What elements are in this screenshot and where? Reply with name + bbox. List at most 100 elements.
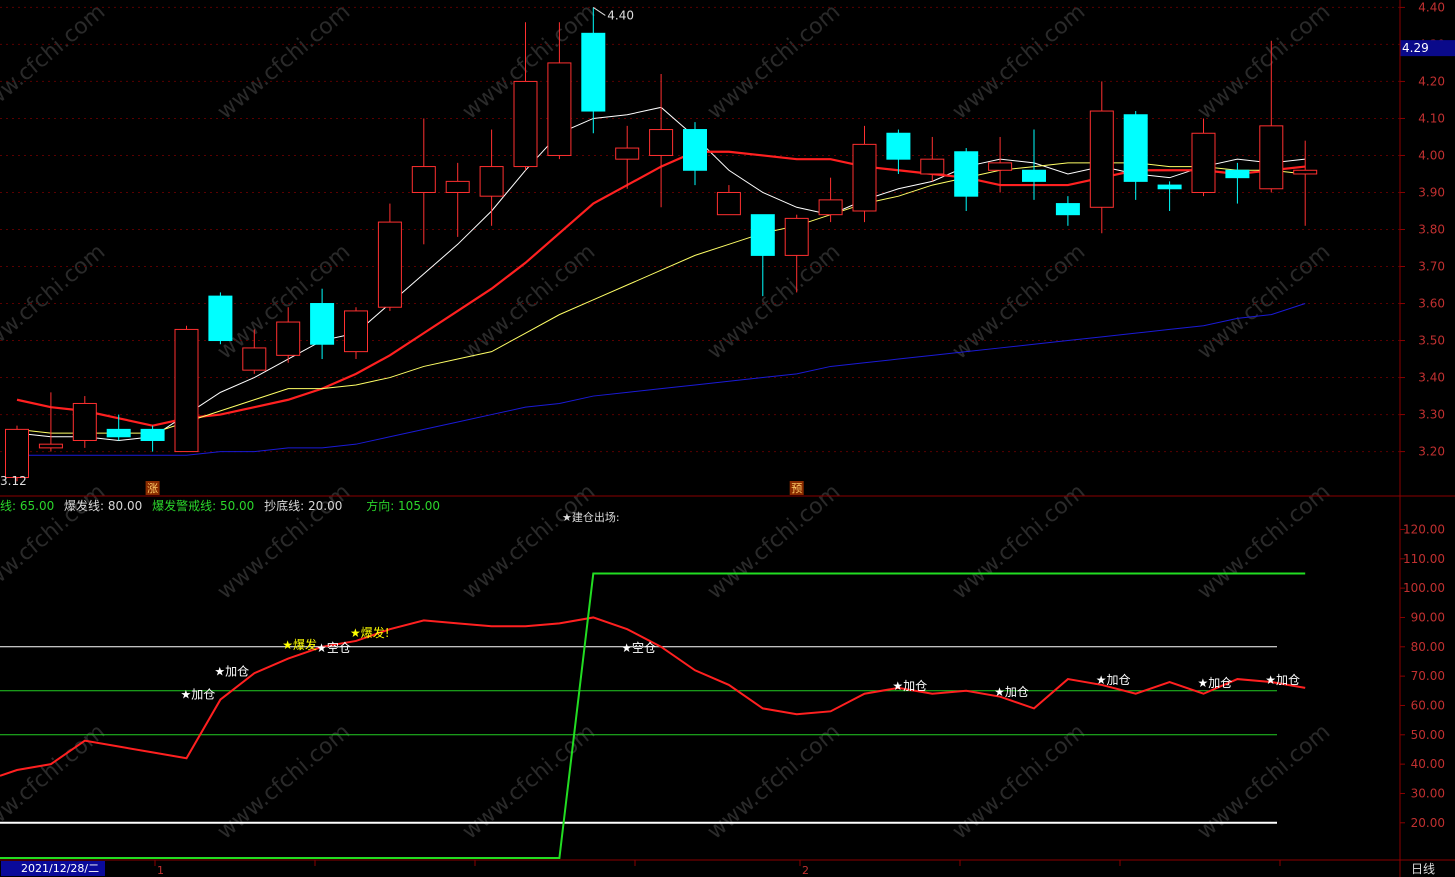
indicator-legend: 线: 65.00 爆发线: 80.00 爆发警戒线: 50.00 抄底线: 20… bbox=[0, 497, 446, 514]
indicator-tick-label: 70.00 bbox=[1411, 669, 1445, 683]
signal-annotation: ★加仓 bbox=[892, 679, 927, 693]
watermark-text: www.cfchi.com bbox=[0, 719, 110, 844]
watermark-text: www.cfchi.com bbox=[703, 479, 845, 604]
watermark-text: www.cfchi.com bbox=[948, 0, 1090, 125]
indicator-tick-label: 90.00 bbox=[1411, 610, 1445, 624]
indicator-line bbox=[0, 572, 1306, 859]
candle-body-down bbox=[1055, 203, 1080, 216]
candle-body-up bbox=[377, 221, 402, 308]
chart-canvas: www.cfchi.com www.cfchi.com www.cfchi.com w… bbox=[0, 0, 1455, 877]
watermark-text: www.cfchi.com bbox=[458, 479, 600, 604]
candle-body-up bbox=[411, 166, 436, 193]
watermark-text: www.cfchi.com bbox=[0, 239, 110, 364]
candle-body-down bbox=[581, 32, 606, 112]
watermark-text: www.cfchi.com bbox=[1193, 239, 1335, 364]
signal-annotation: ★加仓 bbox=[214, 664, 249, 678]
price-tick-label: 3.30 bbox=[1418, 408, 1445, 422]
price-axis: 3.20 3.30 3.40 3.50 3.60 3.70 3.80 3.90 4.00 4.10… bbox=[1400, 0, 1455, 459]
price-tick-label: 3.40 bbox=[1418, 371, 1445, 385]
price-tick-label: 4.20 bbox=[1418, 74, 1445, 88]
indicator-tick-label: 40.00 bbox=[1411, 757, 1445, 771]
candle-body-up bbox=[72, 402, 97, 441]
indicator-tick-label: 30.00 bbox=[1411, 786, 1445, 800]
price-tick-label: 3.20 bbox=[1418, 445, 1445, 459]
candle-body-up bbox=[615, 147, 640, 160]
candle-body-up bbox=[445, 180, 470, 193]
current-price-label: 4.29 bbox=[1402, 41, 1429, 55]
candle-body-down bbox=[310, 303, 335, 345]
signal-annotation: ★加仓 bbox=[1198, 676, 1233, 690]
indicator-tick-label: 80.00 bbox=[1411, 640, 1445, 654]
candle-body-down bbox=[954, 151, 979, 197]
signal-annotation: ★空仓 bbox=[621, 641, 656, 655]
candle-body-up bbox=[852, 143, 877, 212]
period-selector[interactable]: 日线 bbox=[1403, 861, 1455, 877]
candle-body-down bbox=[683, 129, 707, 171]
indicator-top-note: ★建仓出场: bbox=[562, 510, 620, 524]
price-tick-label: 3.50 bbox=[1418, 334, 1445, 348]
candle-body-up bbox=[38, 443, 63, 449]
watermark-text: www.cfchi.com bbox=[948, 719, 1090, 844]
candle-body-up bbox=[344, 310, 368, 353]
signal-annotation: ★加仓 bbox=[181, 688, 216, 702]
watermark-text: www.cfchi.com bbox=[703, 719, 845, 844]
legend-item-direction: 方向: 105.00 bbox=[366, 499, 441, 513]
signal-annotation: ★加仓 bbox=[994, 685, 1029, 699]
candle-body-up bbox=[818, 199, 843, 216]
indicator-lines bbox=[0, 572, 1306, 859]
candle-body-up bbox=[1293, 169, 1318, 175]
watermark-text: www.cfchi.com bbox=[1193, 719, 1335, 844]
candle-body-up bbox=[5, 428, 29, 478]
price-tick-label: 3.60 bbox=[1418, 297, 1445, 311]
signal-annotation: ★爆发! bbox=[350, 625, 390, 640]
candlesticks: 4.40 3.12 涨 预 bbox=[0, 6, 1318, 495]
signal-marker-label: 涨 bbox=[147, 482, 158, 495]
watermark-text: www.cfchi.com bbox=[948, 479, 1090, 604]
legend-item-warning: 爆发警戒线: 50.00 bbox=[152, 499, 255, 513]
candle-body-up bbox=[479, 166, 504, 197]
candle-body-down bbox=[1123, 114, 1148, 182]
watermark-text: www.cfchi.com bbox=[1193, 479, 1335, 604]
candle-body-down bbox=[750, 214, 775, 256]
watermark-text: www.cfchi.com bbox=[458, 719, 600, 844]
candle-body-up bbox=[174, 328, 199, 453]
legend-item-burst: 爆发线: 80.00 bbox=[64, 499, 143, 513]
candle-body-up bbox=[547, 62, 572, 156]
candle-body-up bbox=[1191, 132, 1216, 193]
indicator-tick-label: 50.00 bbox=[1411, 728, 1445, 742]
indicator-tick-label: 60.00 bbox=[1411, 698, 1445, 712]
watermark-text: www.cfchi.com bbox=[703, 0, 845, 125]
indicator-annotations: ★建仓出场:★加仓★加仓★爆发 ★空仓★爆发!★空仓★加仓 ★加仓★加仓 ★加仓 ★加仓 bbox=[181, 510, 1301, 702]
signal-annotation: ★爆发 bbox=[282, 637, 317, 652]
candle-body-down bbox=[1225, 169, 1250, 179]
candle-body-up bbox=[276, 321, 301, 356]
price-tick-label: 3.70 bbox=[1418, 260, 1445, 274]
indicator-tick-label: 20.00 bbox=[1411, 816, 1445, 830]
indicator-axis: 20.00 30.00 40.00 50.00 60.00 70.00 80.00 90.00… bbox=[1400, 522, 1445, 830]
price-tick-label: 4.10 bbox=[1418, 111, 1445, 125]
candle-body-up bbox=[1259, 125, 1284, 190]
indicator-tick-label: 120.00 bbox=[1403, 522, 1445, 536]
signal-annotation: ★加仓 bbox=[1265, 673, 1300, 687]
signal-annotation: ★加仓 bbox=[1096, 673, 1131, 687]
candle-body-down bbox=[1022, 169, 1046, 182]
panel-frame: 12 bbox=[0, 0, 1455, 877]
price-tick-label: 3.80 bbox=[1418, 222, 1445, 236]
candle-body-down bbox=[106, 428, 131, 438]
price-tick-label: 4.40 bbox=[1418, 0, 1445, 14]
watermark-text: www.cfchi.com bbox=[1193, 0, 1335, 125]
candle-body-up bbox=[649, 129, 674, 156]
watermark-text: www.cfchi.com bbox=[213, 719, 355, 844]
legend-item-bottom: 抄底线: 20.00 bbox=[264, 499, 343, 513]
candle-body-up bbox=[784, 217, 809, 256]
month-mark-label: 2 bbox=[802, 864, 809, 877]
candle-body-down bbox=[886, 132, 911, 160]
candle-body-up bbox=[988, 162, 1013, 171]
candle-body-down bbox=[1157, 184, 1182, 190]
month-mark-label: 1 bbox=[157, 864, 164, 877]
cursor-date: 2021/12/28/二 bbox=[1, 861, 105, 876]
min-price-label: 3.12 bbox=[0, 474, 27, 488]
price-tick-label: 3.90 bbox=[1418, 185, 1445, 199]
candle-body-down bbox=[208, 295, 233, 342]
candle-body-up bbox=[513, 80, 538, 168]
